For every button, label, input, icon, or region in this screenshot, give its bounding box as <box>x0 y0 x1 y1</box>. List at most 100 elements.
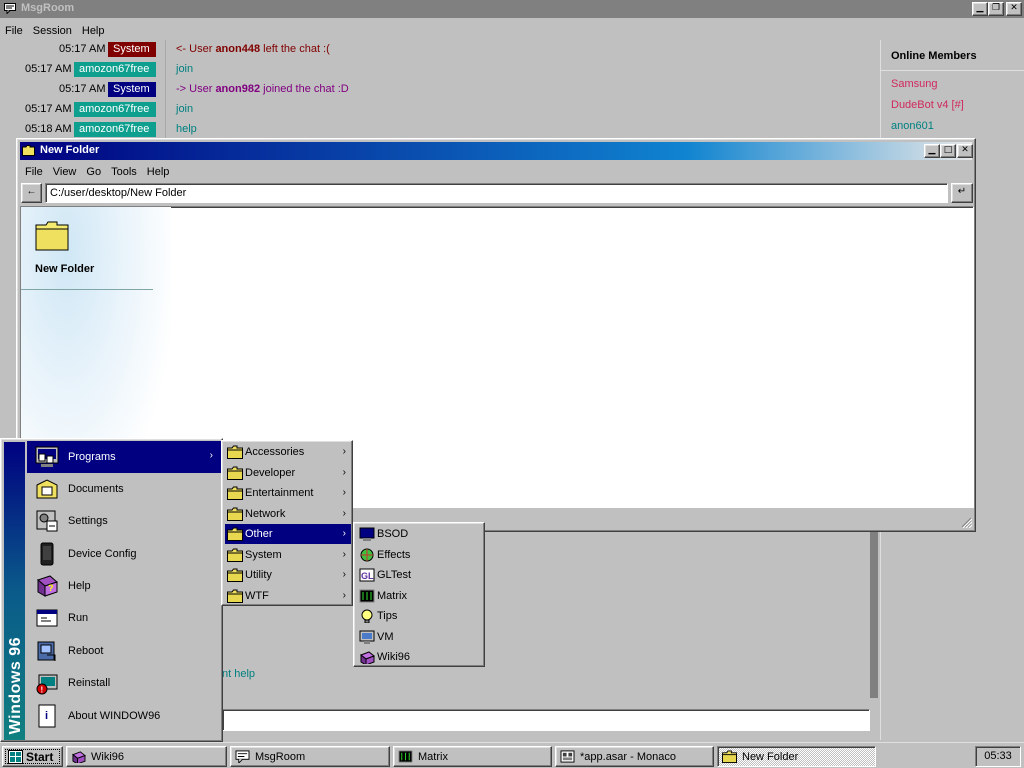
start-menu-item-label: About WINDOW96 <box>68 710 161 722</box>
maximize-icon: □ <box>943 145 953 155</box>
chat-message-row: 05:17 AM System <- User anon448 left the c… <box>0 40 860 60</box>
submenu-item-label: Developer <box>245 466 296 479</box>
menu-file[interactable]: File <box>20 163 48 178</box>
other-submenu-item-matrix[interactable]: Matrix <box>357 586 483 606</box>
svg-text:i: i <box>45 710 48 722</box>
settings-icon <box>36 510 58 532</box>
other-submenu-item-tips[interactable]: Tips <box>357 606 483 626</box>
taskbar-button-label: Matrix <box>418 751 448 763</box>
message-timestamp: 05:17 AM <box>25 63 72 75</box>
taskbar-button-matrix[interactable]: Matrix <box>393 746 552 767</box>
chat-message-input[interactable] <box>222 709 870 731</box>
go-button[interactable]: ↵ <box>951 183 973 203</box>
online-member[interactable]: anon601 <box>891 120 934 132</box>
other-submenu-item-bsod[interactable]: BSOD <box>357 524 483 544</box>
tips-icon <box>361 609 373 623</box>
large-folder-icon <box>35 221 69 251</box>
divider <box>21 289 153 290</box>
programs-submenu-item-entertainment[interactable]: Entertainment › <box>225 483 351 503</box>
minimize-icon: ▁ <box>928 145 936 155</box>
start-menu-item-label: Reboot <box>68 645 104 657</box>
menu-go[interactable]: Go <box>81 163 106 178</box>
message-text-prefix: join <box>176 63 194 75</box>
explorer-titlebar[interactable]: New Folder ▁ □ ✕ <box>20 142 973 160</box>
taskbar-button-msgroom[interactable]: MsgRoom <box>230 746 390 767</box>
other-submenu-item-effects[interactable]: Effects <box>357 545 483 565</box>
taskbar-button-label: Wiki96 <box>91 751 125 763</box>
wiki96-icon <box>360 651 375 664</box>
other-submenu-item-gltest[interactable]: GL GLTest <box>357 565 483 585</box>
effects-icon <box>360 548 374 561</box>
menu-view[interactable]: View <box>48 163 82 178</box>
programs-submenu-item-developer[interactable]: Developer › <box>225 463 351 483</box>
start-menu-item-about-window96[interactable]: i About WINDOW96 <box>27 700 221 732</box>
submenu-item-label: VM <box>377 630 394 643</box>
restore-button[interactable]: ❐ <box>988 2 1004 16</box>
online-member[interactable]: Samsung <box>891 78 937 90</box>
programs-submenu: Accessories › Developer › Entertainment › Netw… <box>221 440 353 606</box>
folder-icon <box>227 466 243 480</box>
chat-scrollbar[interactable] <box>870 530 878 698</box>
programs-submenu-item-other[interactable]: Other › <box>225 524 351 544</box>
menu-help[interactable]: Help <box>77 22 110 37</box>
msgroom-titlebar[interactable]: MsgRoom ▁ ❐ ✕ <box>0 0 1024 18</box>
back-button[interactable]: ← <box>21 183 42 203</box>
menu-session[interactable]: Session <box>28 22 77 37</box>
submenu-arrow-icon: › <box>342 548 346 560</box>
svg-text:GL: GL <box>361 571 374 581</box>
message-username-mention: anon448 <box>215 43 261 55</box>
menu-file[interactable]: File <box>0 22 28 37</box>
submenu-item-label: Accessories <box>245 446 305 458</box>
chat-message-row: 05:17 AM amozon67free join <box>0 100 860 120</box>
start-label: Start <box>26 750 54 764</box>
restore-icon: ❐ <box>991 3 1001 13</box>
message-username-badge[interactable]: amozon67free <box>74 122 156 137</box>
programs-submenu-item-network[interactable]: Network › <box>225 504 351 524</box>
start-menu-item-reboot[interactable]: Reboot <box>27 635 221 667</box>
start-menu-item-run[interactable]: Run <box>27 602 221 634</box>
submenu-item-label: Other <box>245 528 273 540</box>
svg-text:?: ? <box>48 583 54 593</box>
back-arrow-icon: ← <box>26 186 37 197</box>
start-menu-item-help[interactable]: ? Help <box>27 570 221 602</box>
programs-submenu-item-utility[interactable]: Utility › <box>225 565 351 585</box>
start-button[interactable]: Start <box>2 746 63 767</box>
taskbar-button-app-asar-monaco[interactable]: *app.asar - Monaco <box>555 746 714 767</box>
folder-icon <box>227 507 243 521</box>
programs-icon <box>35 446 59 467</box>
minimize-button[interactable]: ▁ <box>972 2 988 16</box>
start-menu-item-label: Reinstall <box>68 677 111 689</box>
submenu-item-label: Network <box>245 507 286 520</box>
minimize-icon: ▁ <box>976 3 984 13</box>
maximize-button[interactable]: □ <box>940 144 956 158</box>
folder-icon <box>227 548 243 562</box>
close-button[interactable]: ✕ <box>957 144 973 158</box>
programs-submenu-item-wtf[interactable]: WTF › <box>225 586 351 606</box>
menu-tools[interactable]: Tools <box>106 163 142 178</box>
message-username-badge[interactable]: System <box>108 42 156 57</box>
programs-submenu-item-accessories[interactable]: Accessories › <box>225 442 351 462</box>
address-bar[interactable]: C:/user/desktop/New Folder <box>45 183 948 203</box>
start-menu-item-device-config[interactable]: Device Config <box>27 538 221 570</box>
other-submenu-item-wiki96[interactable]: Wiki96 <box>357 647 483 667</box>
wiki96-icon <box>72 751 86 763</box>
resize-grip-icon[interactable] <box>960 516 972 528</box>
close-button[interactable]: ✕ <box>1006 2 1022 16</box>
message-username-badge[interactable]: amozon67free <box>74 102 156 117</box>
start-menu-item-reinstall[interactable]: ! Reinstall <box>27 667 221 699</box>
start-menu-item-settings[interactable]: Settings <box>27 505 221 537</box>
message-username-badge[interactable]: amozon67free <box>74 62 156 77</box>
chat-partial-text: nt help <box>222 668 256 680</box>
other-submenu-item-vm[interactable]: VM <box>357 627 483 647</box>
start-menu-item-documents[interactable]: Documents <box>27 473 221 505</box>
message-text-prefix: <- User <box>176 43 216 55</box>
minimize-button[interactable]: ▁ <box>924 144 940 158</box>
message-username-badge[interactable]: System <box>108 82 156 97</box>
start-menu-item-programs[interactable]: Programs › <box>27 441 221 473</box>
taskbar-button-new-folder[interactable]: New Folder <box>717 746 876 767</box>
start-menu-item-label: Device Config <box>68 548 137 560</box>
menu-help[interactable]: Help <box>142 163 175 178</box>
online-member[interactable]: DudeBot v4 [#] <box>891 99 964 111</box>
taskbar-button-wiki96[interactable]: Wiki96 <box>66 746 227 767</box>
programs-submenu-item-system[interactable]: System › <box>225 545 351 565</box>
